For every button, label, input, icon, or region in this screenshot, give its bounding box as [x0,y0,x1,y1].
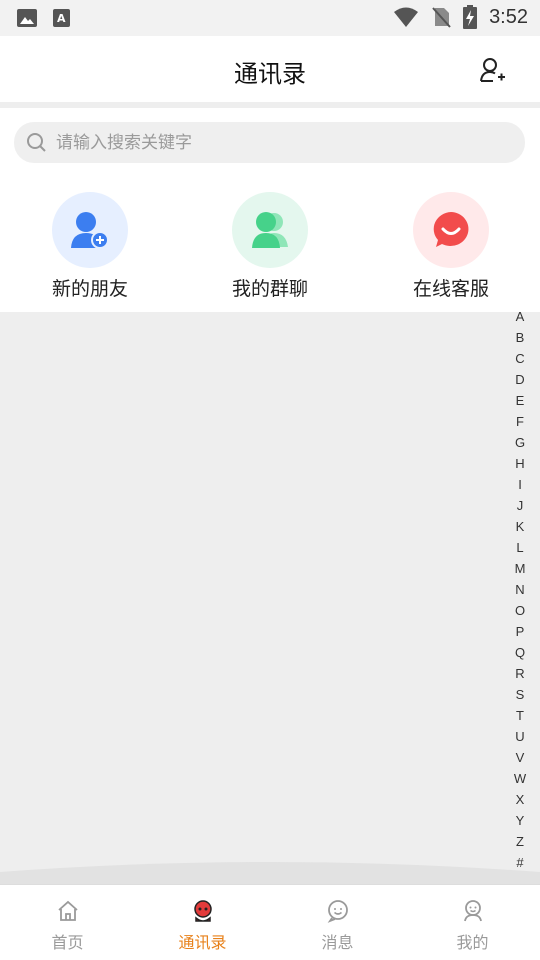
index-letter[interactable]: U [512,726,528,747]
index-letter[interactable]: X [512,789,528,810]
status-time: 3:52 [489,5,528,28]
new-friends-button[interactable]: 新的朋友 [10,192,170,301]
group-chat-icon [232,192,308,268]
tab-messages[interactable]: 消息 [270,885,405,960]
index-letter[interactable]: M [512,558,528,579]
index-letter[interactable]: Q [512,642,528,663]
svg-text:A: A [57,12,66,25]
bottom-tab-bar: 首页 通讯录 消息 我的 [0,884,540,960]
index-letter[interactable]: N [512,579,528,600]
page-title: 通讯录 [234,60,306,88]
new-friends-label: 新的朋友 [51,278,128,300]
index-letter[interactable]: A [512,306,528,327]
index-letter[interactable]: O [512,600,528,621]
index-letter[interactable]: Z [512,831,528,852]
tab-profile-label: 我的 [456,933,489,952]
wifi-icon [394,7,419,27]
index-letter[interactable]: E [512,390,528,411]
customer-service-icon [413,192,489,268]
index-letter[interactable]: G [512,432,528,453]
tab-profile[interactable]: 我的 [405,885,540,960]
gallery-icon [17,9,37,27]
index-letter[interactable]: W [512,768,528,789]
battery-charging-icon [463,5,478,29]
index-letter[interactable]: F [512,411,528,432]
no-sim-icon [432,7,451,28]
index-letter[interactable]: H [512,453,528,474]
message-icon [327,900,348,923]
index-letter[interactable]: R [512,663,528,684]
tab-home[interactable]: 首页 [0,885,135,960]
search-bar[interactable] [14,122,525,163]
index-letter[interactable]: J [512,495,528,516]
app-header: 通讯录 [0,36,540,102]
status-notifications: A [16,7,72,29]
contacts-top-panel: 新的朋友 我的群聊 在线客服 [0,108,540,312]
status-bar: A 3:52 [0,0,540,36]
index-letter[interactable]: S [512,684,528,705]
tab-home-label: 首页 [51,933,84,952]
index-letter[interactable]: P [512,621,528,642]
tab-contacts[interactable]: 通讯录 [135,885,270,960]
profile-icon [463,900,482,922]
tab-messages-label: 消息 [321,933,354,952]
alphabet-index[interactable]: A B C D E F G H I J K L M N O P Q R S T U V W X Y Z # [512,306,528,873]
my-groups-label: 我的群聊 [231,278,308,300]
status-system-icons: 3:52 [393,5,528,29]
search-icon [27,133,46,152]
index-letter[interactable]: C [512,348,528,369]
add-contact-icon[interactable] [478,56,506,84]
index-letter[interactable]: Y [512,810,528,831]
add-friend-icon [52,192,128,268]
index-letter[interactable]: I [512,474,528,495]
home-icon [57,900,78,921]
index-letter[interactable]: B [512,327,528,348]
index-letter[interactable]: D [512,369,528,390]
online-service-label: 在线客服 [412,278,489,300]
search-input[interactable] [56,122,506,163]
index-letter[interactable]: V [512,747,528,768]
index-letter[interactable]: T [512,705,528,726]
font-app-icon: A [53,9,70,27]
tab-contacts-label: 通讯录 [178,933,227,952]
index-letter[interactable]: L [512,537,528,558]
online-service-button[interactable]: 在线客服 [371,192,531,301]
my-groups-button[interactable]: 我的群聊 [190,192,350,301]
contacts-icon [193,900,212,922]
index-letter[interactable]: K [512,516,528,537]
